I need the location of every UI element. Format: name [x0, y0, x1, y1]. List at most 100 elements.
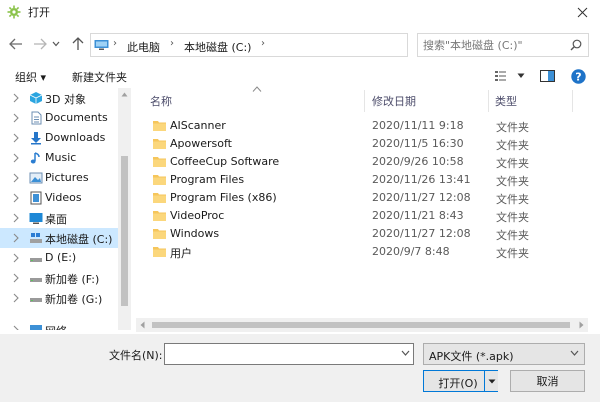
close-button[interactable]: [564, 0, 600, 24]
videos-icon: [30, 191, 42, 205]
file-row[interactable]: Program Files (x86) 2020/11/27 12:08 文件夹: [150, 189, 588, 207]
sidebar-item-desktop[interactable]: 桌面: [0, 208, 118, 228]
sidebar-item-drive-f[interactable]: 新加卷 (F:): [0, 268, 118, 288]
file-row[interactable]: Windows 2020/11/27 12:08 文件夹: [150, 225, 588, 243]
view-options-button[interactable]: [495, 68, 525, 84]
file-modified: 2020/11/11 9:18: [372, 119, 464, 132]
back-button[interactable]: [6, 34, 26, 54]
sidebar-scroll-thumb[interactable]: [121, 156, 128, 306]
chevron-right-icon[interactable]: [12, 213, 20, 223]
chevron-right-icon[interactable]: [12, 293, 20, 303]
breadcrumb-this-pc[interactable]: 此电脑: [127, 39, 160, 55]
sidebar-item-downloads[interactable]: Downloads: [0, 128, 118, 148]
breadcrumb-separator[interactable]: ›: [170, 38, 174, 49]
file-row[interactable]: Apowersoft 2020/11/5 16:30 文件夹: [150, 135, 588, 153]
organize-menu-button[interactable]: 组织 ▾: [15, 69, 46, 85]
chevron-right-icon[interactable]: [12, 113, 20, 123]
file-type-select[interactable]: APK文件 (*.apk): [423, 343, 585, 365]
sidebar-item-pictures[interactable]: Pictures: [0, 168, 118, 188]
system-drive-icon: [30, 233, 42, 243]
chevron-right-icon[interactable]: [12, 273, 20, 283]
drive-icon: [30, 258, 42, 262]
file-row[interactable]: VideoProc 2020/11/21 8:43 文件夹: [150, 207, 588, 225]
horizontal-scroll-thumb[interactable]: [152, 322, 570, 328]
chevron-right-icon[interactable]: [12, 173, 20, 183]
file-type: 文件夹: [496, 121, 529, 134]
navigation-pane[interactable]: 3D 对象 Documents Downloads Music Pictures…: [0, 88, 131, 330]
breadcrumb-local-disk[interactable]: 本地磁盘 (C:): [184, 39, 251, 55]
chevron-right-icon[interactable]: [12, 253, 20, 263]
breadcrumb-separator[interactable]: ›: [261, 38, 265, 49]
file-list-horizontal-scrollbar[interactable]: [136, 318, 588, 332]
up-button[interactable]: [68, 34, 88, 54]
documents-icon: [31, 111, 42, 125]
breadcrumb-separator[interactable]: ›: [113, 38, 117, 49]
open-options-button[interactable]: [484, 371, 498, 391]
sidebar-item-label: Pictures: [45, 171, 89, 184]
file-type: 文件夹: [496, 211, 529, 224]
sidebar-item-label: Documents: [45, 111, 108, 124]
search-input[interactable]: [423, 37, 563, 53]
scroll-left-icon[interactable]: [140, 321, 145, 329]
address-bar[interactable]: › 此电脑 › 本地磁盘 (C:) ›: [90, 33, 490, 57]
column-header-modified[interactable]: 修改日期: [372, 93, 416, 109]
chevron-right-icon[interactable]: [12, 153, 20, 163]
sidebar-item-label: 桌面: [45, 213, 67, 226]
scroll-right-icon[interactable]: [579, 321, 584, 329]
sidebar-item-music[interactable]: Music: [0, 148, 118, 168]
file-name: CoffeeCup Software: [170, 155, 280, 168]
chevron-right-icon[interactable]: [12, 193, 20, 203]
sidebar-item-drive-d[interactable]: D (E:): [0, 248, 118, 268]
scroll-up-icon[interactable]: [121, 92, 128, 97]
file-modified: 2020/9/26 10:58: [372, 155, 464, 168]
3d-objects-icon: [29, 92, 43, 104]
file-list[interactable]: 名称 修改日期 类型 AIScanner 2020/11/11 9:18 文件夹…: [136, 86, 588, 330]
recent-locations-button[interactable]: [50, 34, 62, 54]
sidebar-item-network[interactable]: 网络: [0, 320, 118, 330]
column-header-name[interactable]: 名称: [150, 93, 172, 109]
file-modified: 2020/11/21 8:43: [372, 209, 464, 222]
cancel-button[interactable]: 取消: [510, 370, 585, 392]
chevron-right-icon[interactable]: [12, 93, 20, 103]
sidebar-item-label: 新加卷 (G:): [45, 293, 103, 306]
column-divider[interactable]: [488, 90, 489, 112]
sidebar-item-documents[interactable]: Documents: [0, 108, 118, 128]
chevron-down-icon[interactable]: [401, 350, 410, 356]
drive-icon: [30, 278, 42, 282]
sidebar-item-label: Downloads: [45, 131, 106, 144]
file-name: Windows: [170, 227, 220, 240]
file-name: 用户: [170, 247, 192, 260]
file-row[interactable]: AIScanner 2020/11/11 9:18 文件夹: [150, 117, 588, 135]
file-row[interactable]: CoffeeCup Software 2020/9/26 10:58 文件夹: [150, 153, 588, 171]
sidebar-item-label: 网络: [45, 323, 67, 330]
chevron-right-icon[interactable]: [12, 325, 20, 330]
sidebar-scrollbar[interactable]: [118, 88, 131, 330]
file-modified: 2020/11/27 12:08: [372, 191, 471, 204]
help-button[interactable]: ?: [571, 68, 586, 84]
sidebar-item-label: 新加卷 (F:): [45, 273, 100, 286]
new-folder-button[interactable]: 新建文件夹: [72, 69, 127, 85]
column-divider[interactable]: [572, 90, 573, 112]
desktop-icon: [29, 213, 43, 224]
file-row[interactable]: Program Files 2020/11/26 13:41 文件夹: [150, 171, 588, 189]
sidebar-item-videos[interactable]: Videos: [0, 188, 118, 208]
sidebar-item-local-disk-c[interactable]: 本地磁盘 (C:): [0, 228, 118, 248]
file-modified: 2020/9/7 8:48: [372, 245, 450, 258]
sidebar-item-drive-g[interactable]: 新加卷 (G:): [0, 288, 118, 308]
file-row[interactable]: 用户 2020/9/7 8:48 文件夹: [150, 243, 588, 261]
android-app-icon: [7, 5, 21, 19]
svg-text:?: ?: [575, 70, 581, 83]
search-box[interactable]: [417, 33, 589, 57]
file-type: 文件夹: [496, 229, 529, 242]
column-divider[interactable]: [364, 90, 365, 112]
view-details-icon: [495, 71, 506, 81]
column-header-type[interactable]: 类型: [495, 93, 517, 109]
open-button[interactable]: 打开(O): [423, 370, 498, 392]
filename-field[interactable]: [164, 343, 414, 365]
chevron-right-icon[interactable]: [12, 233, 20, 243]
sidebar-item-3d-objects[interactable]: 3D 对象: [0, 88, 118, 108]
chevron-right-icon[interactable]: [12, 133, 20, 143]
preview-pane-button[interactable]: [540, 68, 555, 84]
help-icon: ?: [571, 68, 586, 84]
forward-button[interactable]: [30, 34, 50, 54]
